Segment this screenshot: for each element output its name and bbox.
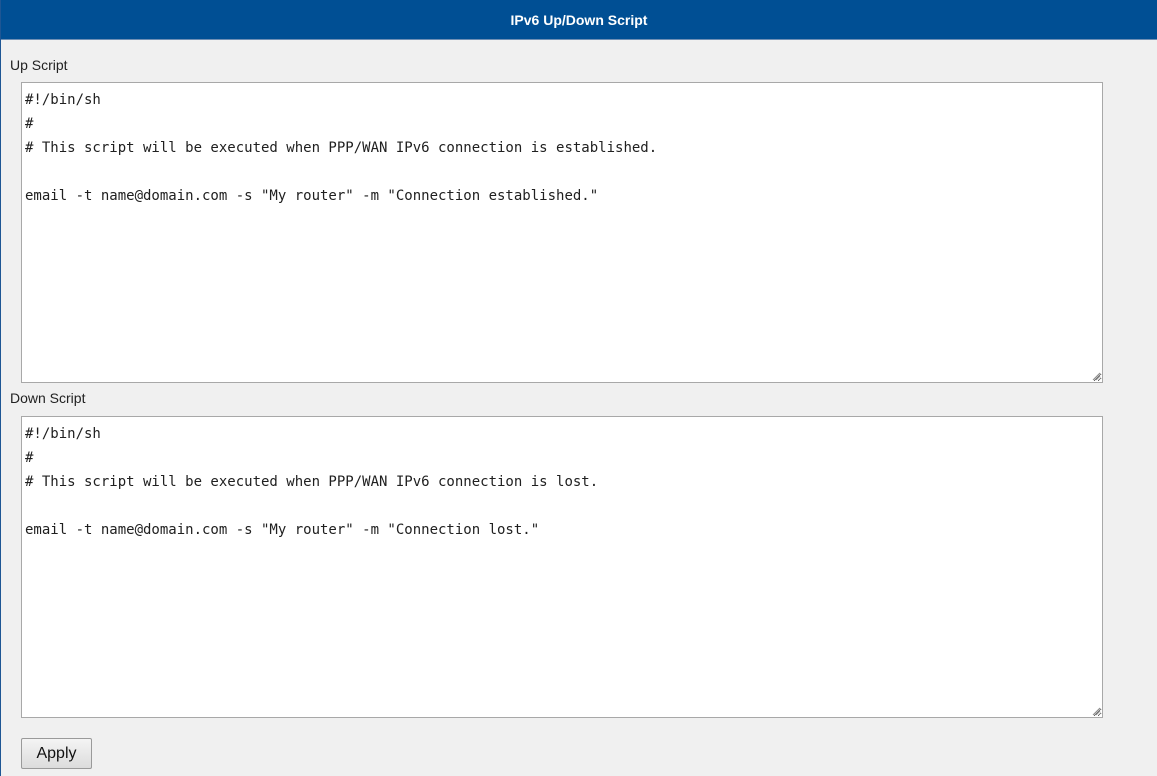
down-script-textarea[interactable]: #!/bin/sh # # This script will be execut… [21,416,1103,718]
apply-button[interactable]: Apply [21,738,92,769]
panel-title: IPv6 Up/Down Script [1,0,1157,40]
script-settings-panel: IPv6 Up/Down Script Up Script #!/bin/sh … [0,0,1157,776]
up-script-textarea[interactable]: #!/bin/sh # # This script will be execut… [21,82,1103,383]
up-script-label: Up Script [10,57,68,73]
down-script-label: Down Script [10,390,86,406]
